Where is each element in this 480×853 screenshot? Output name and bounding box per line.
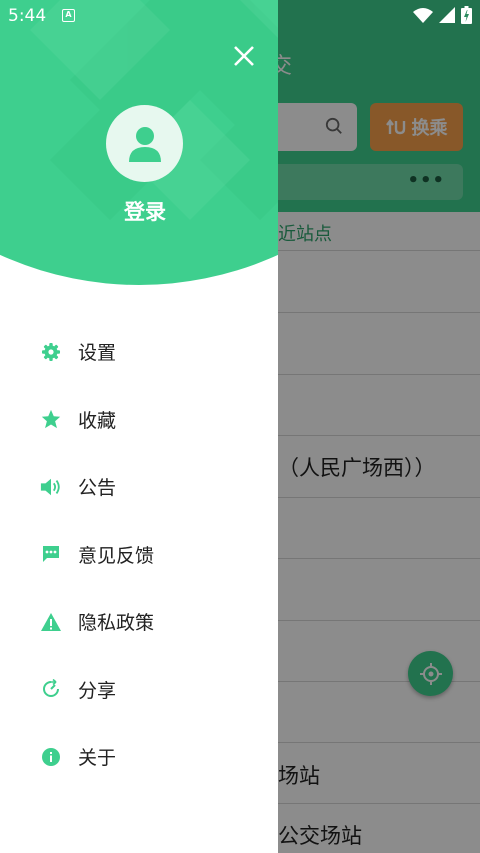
- menu-label: 分享: [78, 679, 117, 702]
- login-link[interactable]: 登录: [0, 196, 278, 226]
- menu-item-settings[interactable]: 设置: [0, 318, 278, 386]
- star-icon: [40, 408, 62, 430]
- feedback-icon: [40, 543, 62, 565]
- close-icon: [234, 46, 254, 66]
- gear-icon: [40, 341, 62, 363]
- user-icon: [128, 126, 161, 162]
- menu-item-about[interactable]: 关于: [0, 723, 278, 791]
- menu-item-announcements[interactable]: 公告: [0, 453, 278, 521]
- navigation-drawer: 登录 设置 收藏 公告 意见反馈 隐私政策 分享 关于: [0, 0, 278, 853]
- status-time: 5:44: [8, 6, 47, 26]
- menu-label: 关于: [78, 747, 117, 770]
- menu-item-share[interactable]: 分享: [0, 656, 278, 724]
- menu-label: 意见反馈: [78, 544, 155, 567]
- speaker-icon: [40, 476, 62, 498]
- share-icon: [40, 678, 62, 700]
- wifi-icon: [413, 8, 433, 23]
- status-icons: [413, 6, 472, 24]
- notification-icon: A: [62, 9, 75, 22]
- avatar[interactable]: [106, 105, 183, 182]
- close-button[interactable]: [226, 38, 262, 74]
- battery-icon: [461, 6, 472, 24]
- menu-item-favorites[interactable]: 收藏: [0, 386, 278, 454]
- menu-label: 隐私政策: [78, 612, 155, 635]
- signal-icon: [439, 7, 455, 23]
- menu-label: 设置: [78, 342, 117, 365]
- menu-label: 收藏: [78, 409, 117, 432]
- menu-item-feedback[interactable]: 意见反馈: [0, 521, 278, 589]
- status-bar: 5:44 A: [0, 0, 480, 32]
- info-icon: [40, 746, 62, 768]
- menu-label: 公告: [78, 477, 117, 500]
- drawer-menu: 设置 收藏 公告 意见反馈 隐私政策 分享 关于: [0, 318, 278, 791]
- warning-icon: [40, 611, 62, 633]
- menu-item-privacy[interactable]: 隐私政策: [0, 588, 278, 656]
